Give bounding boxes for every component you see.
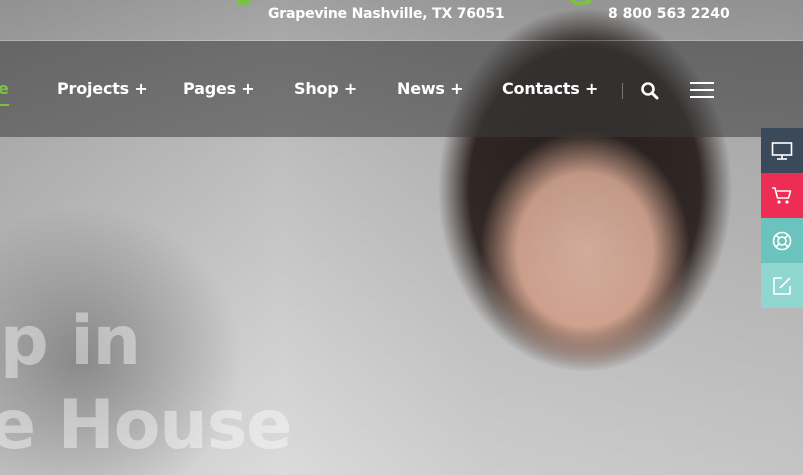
hero-heading: p in e House: [0, 300, 292, 468]
logo-leaf-icon-2: [566, 0, 592, 9]
hamburger-menu-icon[interactable]: [690, 80, 714, 100]
lifebuoy-icon: [772, 231, 792, 250]
phone-number[interactable]: 8 800 563 2240: [608, 6, 730, 22]
nav-item-news[interactable]: News +: [397, 79, 464, 98]
support-button[interactable]: [761, 218, 803, 263]
side-widget: [761, 128, 803, 308]
top-info-bar: Grapevine Nashville, TX 76051 8 800 563 …: [0, 0, 803, 41]
monitor-icon: [771, 141, 793, 160]
nav-item-pages[interactable]: Pages +: [183, 79, 255, 98]
search-icon[interactable]: [640, 81, 662, 101]
hero-line-2: e House: [0, 386, 292, 465]
address-text: Grapevine Nashville, TX 76051: [268, 6, 505, 22]
cart-button[interactable]: [761, 173, 803, 218]
cart-icon: [772, 186, 792, 204]
monitor-button[interactable]: [761, 128, 803, 173]
edit-icon: [773, 276, 791, 295]
hero-line-1: p in: [0, 302, 141, 381]
nav-item-projects[interactable]: Projects +: [57, 79, 148, 98]
nav-item-shop[interactable]: Shop +: [294, 79, 357, 98]
nav-item-contacts[interactable]: Contacts +: [502, 79, 598, 98]
edit-button[interactable]: [761, 263, 803, 308]
nav-item-home[interactable]: e: [0, 79, 9, 106]
nav-divider: [622, 83, 623, 99]
main-navigation: e Projects + Pages + Shop + News + Conta…: [0, 41, 803, 137]
logo-leaf-icon: [238, 0, 252, 6]
